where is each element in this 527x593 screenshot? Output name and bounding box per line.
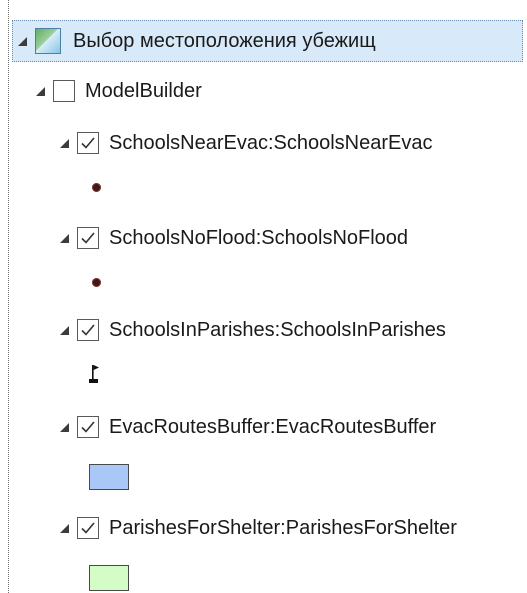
group-layer-name: ModelBuilder: [85, 80, 202, 102]
collapse-arrow-icon[interactable]: [60, 138, 69, 148]
checkmark-icon: [81, 421, 95, 433]
contents-pane: Выбор местоположения убежищ ModelBuilder…: [0, 0, 527, 593]
tree-item-modelbuilder[interactable]: ModelBuilder: [36, 79, 202, 103]
collapse-arrow-icon[interactable]: [18, 36, 27, 46]
collapse-arrow-icon[interactable]: [60, 233, 69, 243]
visibility-checkbox[interactable]: [77, 227, 99, 249]
collapse-arrow-icon[interactable]: [60, 325, 69, 335]
tree-item-layer[interactable]: SchoolsNoFlood:SchoolsNoFlood: [60, 226, 408, 250]
polygon-swatch-icon: [89, 464, 129, 490]
layer-name: SchoolsNearEvac:SchoolsNearEvac: [109, 132, 433, 154]
checkmark-icon: [81, 522, 95, 534]
layer-name: SchoolsNoFlood:SchoolsNoFlood: [109, 227, 409, 249]
tree-item-layer[interactable]: SchoolsNearEvac:SchoolsNearEvac: [60, 131, 433, 155]
map-name: Выбор местоположения убежищ: [73, 30, 376, 52]
tree-item-layer[interactable]: ParishesForShelter:ParishesForShelter: [60, 516, 457, 540]
polygon-swatch-icon: [89, 565, 129, 591]
tree-item-layer[interactable]: EvacRoutesBuffer:EvacRoutesBuffer: [60, 415, 436, 439]
layer-name: SchoolsInParishes:SchoolsInParishes: [109, 319, 446, 341]
visibility-checkbox[interactable]: [77, 416, 99, 438]
tree-item-layer[interactable]: SchoolsInParishes:SchoolsInParishes: [60, 318, 446, 342]
visibility-checkbox[interactable]: [77, 132, 99, 154]
visibility-checkbox[interactable]: [77, 517, 99, 539]
checkmark-icon: [81, 232, 95, 244]
collapse-arrow-icon[interactable]: [60, 523, 69, 533]
checkmark-icon: [81, 324, 95, 336]
visibility-checkbox[interactable]: [53, 80, 75, 102]
visibility-checkbox[interactable]: [77, 319, 99, 341]
flag-marker-icon: [89, 363, 103, 385]
point-symbol-icon: [92, 183, 101, 192]
point-symbol-icon: [92, 278, 101, 287]
map-icon: [35, 28, 61, 54]
checkmark-icon: [81, 137, 95, 149]
collapse-arrow-icon[interactable]: [36, 86, 45, 96]
layer-name: ParishesForShelter:ParishesForShelter: [109, 517, 457, 539]
pane-border: [8, 0, 9, 593]
layer-name: EvacRoutesBuffer:EvacRoutesBuffer: [109, 416, 437, 438]
collapse-arrow-icon[interactable]: [60, 422, 69, 432]
tree-item-map[interactable]: Выбор местоположения убежищ: [12, 20, 523, 62]
